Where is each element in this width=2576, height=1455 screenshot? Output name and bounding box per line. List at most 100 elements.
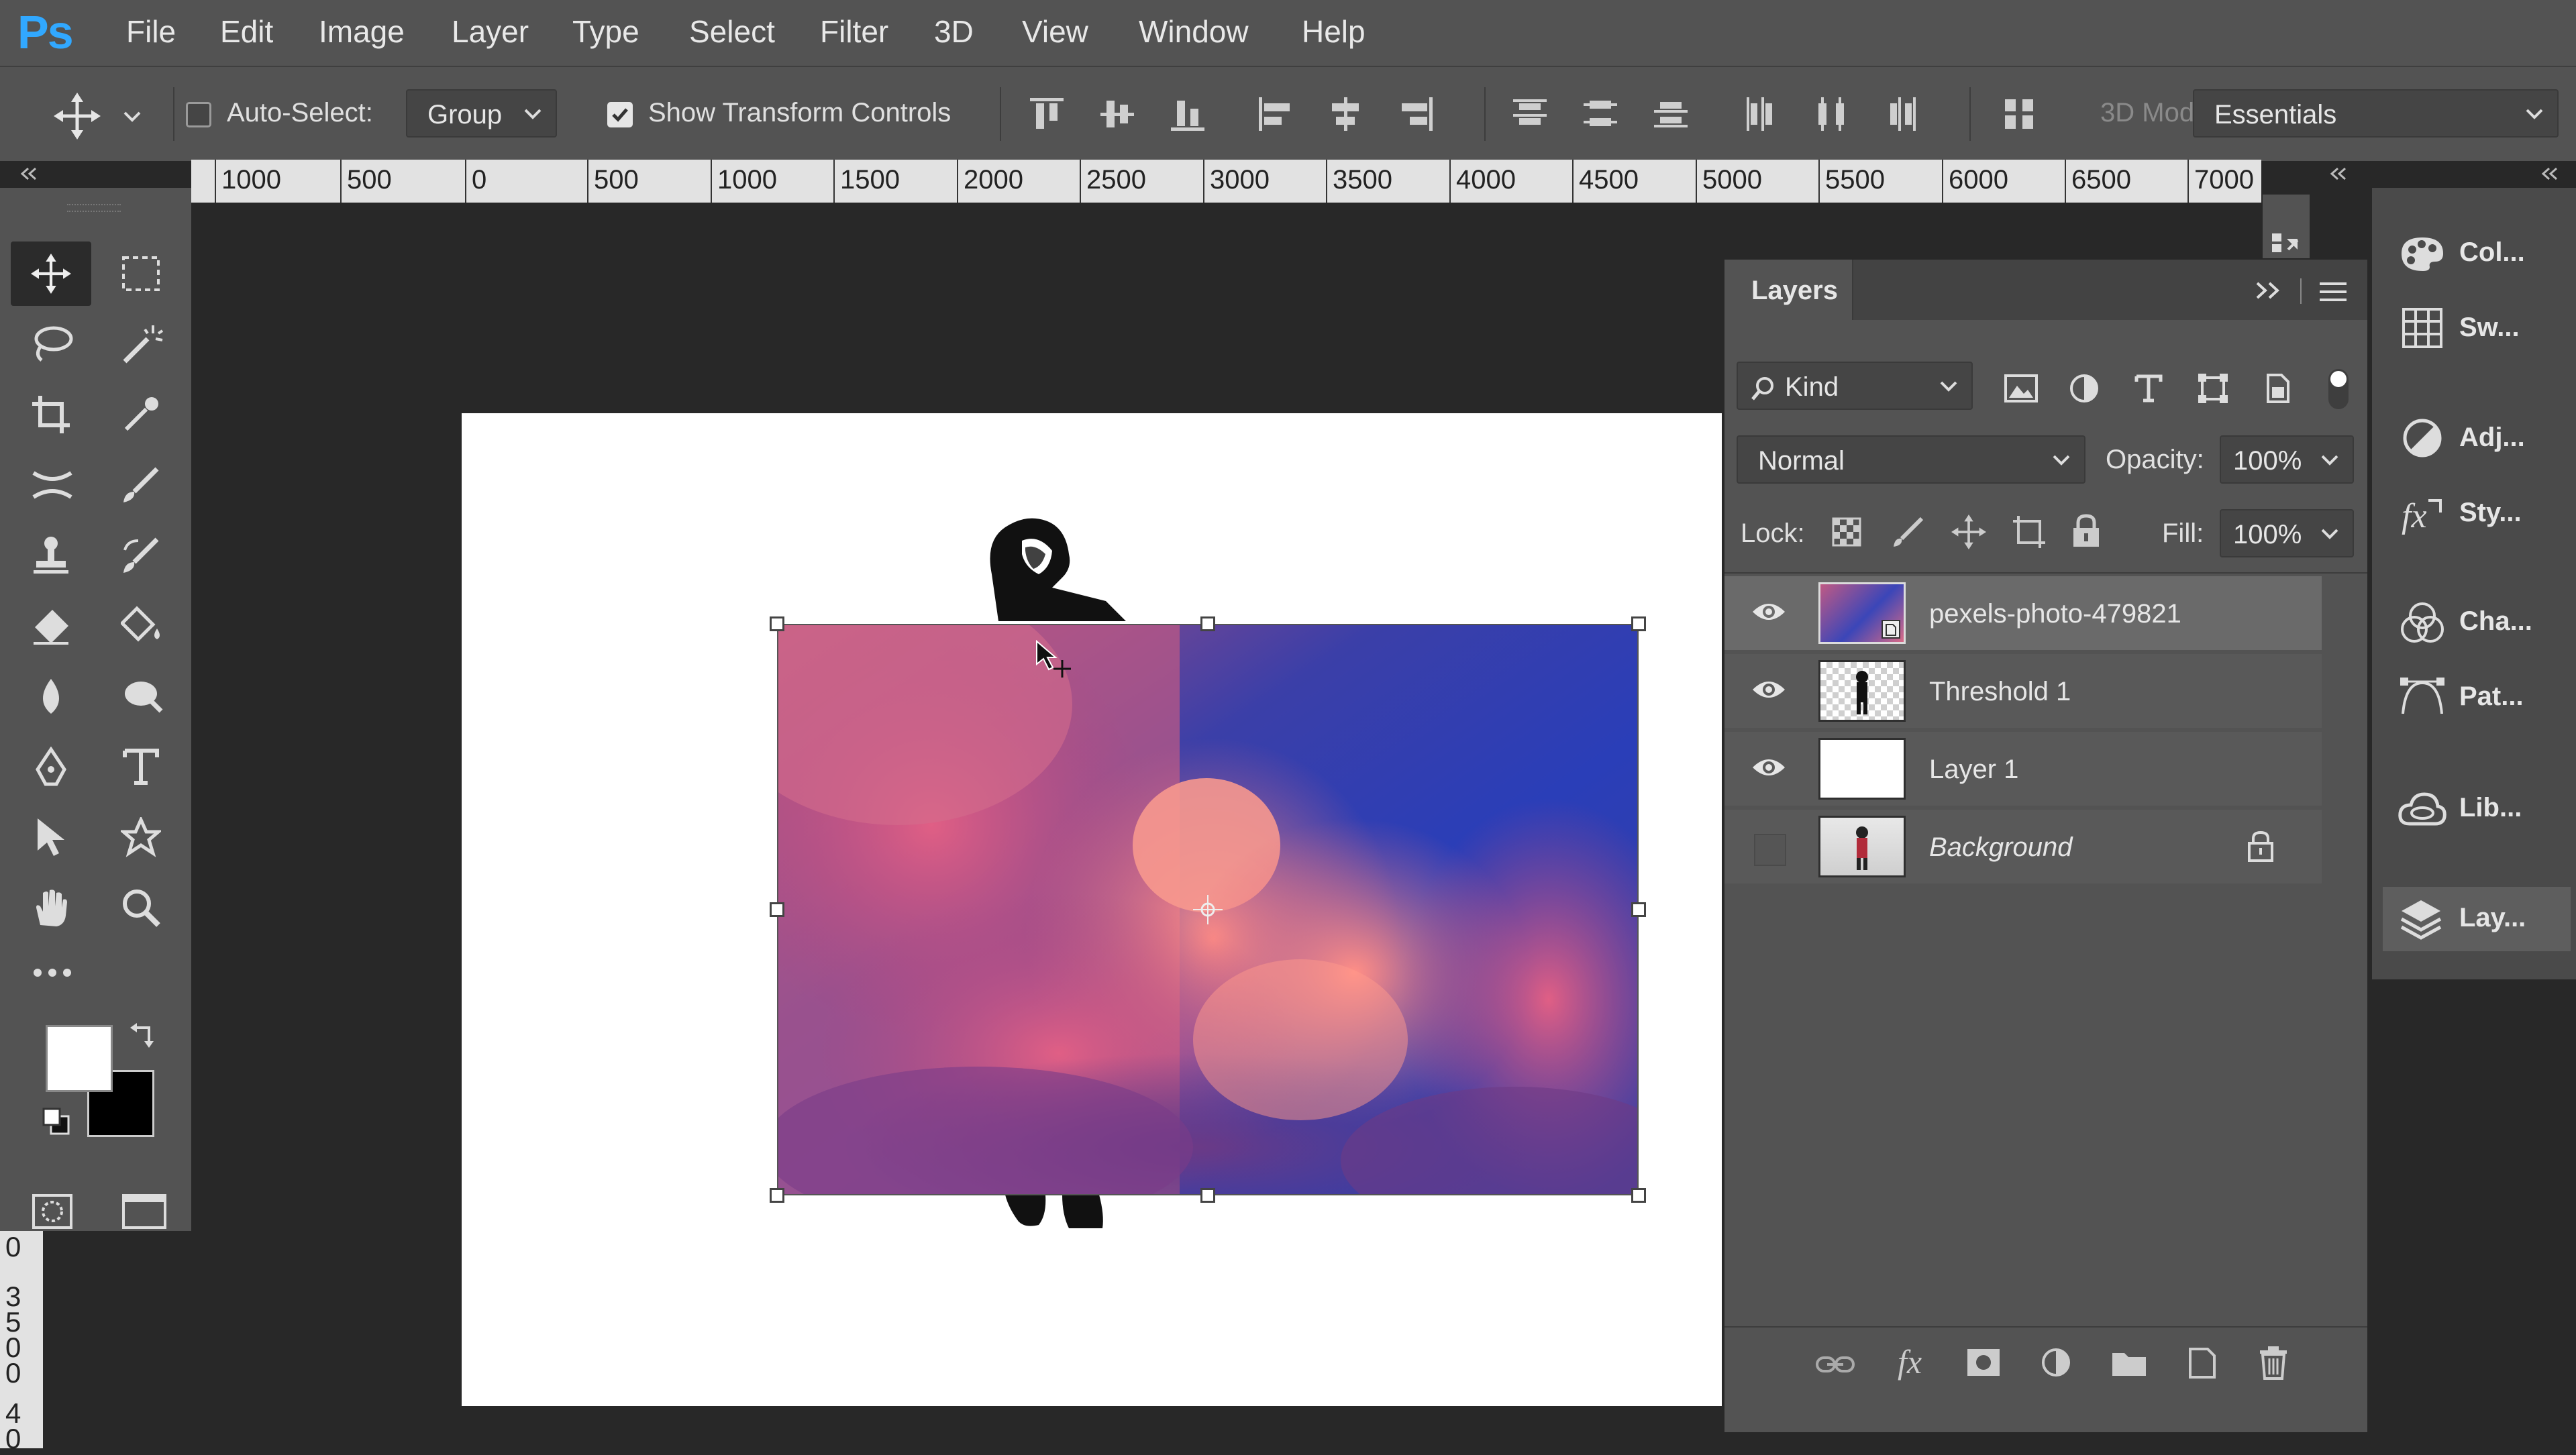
menu-file[interactable]: File [126,13,176,50]
swap-colors-icon[interactable] [129,1021,157,1049]
marquee-tool[interactable] [101,241,181,306]
eye-visibility-icon[interactable] [1751,598,1786,625]
tab-layers[interactable]: Layers [1724,260,1853,320]
lock-artboard-icon[interactable] [2012,515,2047,549]
distribute-top-icon[interactable] [1510,94,1550,134]
color-panel-button[interactable]: Col... [2392,221,2567,286]
layer-row-pexels-photo[interactable]: pexels-photo-479821 [1724,576,2322,650]
add-layer-mask-icon[interactable] [1966,1348,2001,1377]
zoom-tool[interactable] [101,875,181,940]
transform-handle-top-right[interactable] [1631,616,1646,631]
transform-handle-top[interactable] [1200,616,1215,631]
toolbar-collapse-icon[interactable] [19,166,39,181]
menu-filter[interactable]: Filter [820,13,888,50]
transform-handle-top-left[interactable] [770,616,784,631]
transform-center-point-icon[interactable] [1193,895,1223,924]
default-colors-icon[interactable] [42,1107,71,1136]
panel-group-arrange-icon[interactable] [2271,232,2300,255]
layer-row-background[interactable]: Background [1724,810,2322,883]
fill-field[interactable]: 100% [2220,509,2354,557]
add-layer-style-button[interactable]: fx [1898,1342,1922,1381]
align-horizontal-center-icon[interactable] [1325,94,1366,134]
panel-collapse-icon[interactable] [2328,166,2349,181]
align-right-icon[interactable] [1396,94,1436,134]
align-top-icon[interactable] [1027,94,1067,134]
new-layer-icon[interactable] [2185,1346,2217,1380]
menu-edit[interactable]: Edit [220,13,273,50]
align-vertical-center-icon[interactable] [1097,94,1137,134]
quick-mask-button[interactable] [11,1181,91,1245]
lock-transparent-pixels-icon[interactable] [1832,517,1861,547]
paint-bucket-tool[interactable] [101,594,181,658]
menu-3d[interactable]: 3D [934,13,974,50]
adjustments-panel-button[interactable]: Adj... [2392,407,2567,471]
align-bottom-icon[interactable] [1168,94,1208,134]
menu-layer[interactable]: Layer [452,13,529,50]
eyedropper-tool[interactable] [101,382,181,447]
visibility-empty-box[interactable] [1754,834,1786,866]
menu-help[interactable]: Help [1302,13,1366,50]
transform-handle-bottom[interactable] [1200,1188,1215,1203]
transform-handle-left[interactable] [770,902,784,917]
transform-handle-right[interactable] [1631,902,1646,917]
layer-thumbnail[interactable] [1818,816,1906,877]
layer-row-layer-1[interactable]: Layer 1 [1724,732,2322,806]
screen-mode-button[interactable] [101,1181,181,1245]
layer-name[interactable]: pexels-photo-479821 [1929,599,2181,629]
dodge-tool[interactable] [101,664,181,729]
libraries-panel-button[interactable]: Lib... [2392,777,2567,841]
document-canvas[interactable] [462,413,1722,1406]
filter-toggle[interactable] [2328,369,2349,409]
tool-preset-chevron-icon[interactable] [123,111,142,123]
menu-view[interactable]: View [1022,13,1088,50]
distribute-right-icon[interactable] [1882,94,1922,134]
distribute-horizontal-center-icon[interactable] [1812,94,1852,134]
align-left-icon[interactable] [1255,94,1295,134]
lock-position-icon[interactable] [1951,515,1986,549]
lock-image-pixels-icon[interactable] [1892,516,1924,548]
layer-thumbnail[interactable] [1818,738,1906,800]
path-selection-tool[interactable] [11,805,91,869]
brush-tool[interactable] [101,453,181,517]
menu-select[interactable]: Select [689,13,775,50]
layer-name[interactable]: Background [1929,832,2072,863]
menu-type[interactable]: Type [572,13,639,50]
layer-filter-dropdown[interactable]: Kind [1737,362,1973,410]
auto-select-dropdown[interactable]: Group [406,89,557,138]
crop-tool[interactable] [11,382,91,447]
panel-menu-icon[interactable] [2318,281,2348,303]
layer-row-threshold[interactable]: Threshold 1 [1724,654,2322,728]
lasso-tool[interactable] [11,312,91,376]
layers-panel-button[interactable]: Lay... [2383,887,2571,951]
opacity-field[interactable]: 100% [2220,435,2354,484]
panel-expand-icon[interactable] [2255,281,2284,300]
eye-visibility-icon[interactable] [1751,754,1786,781]
swatches-panel-button[interactable]: Sw... [2392,297,2567,361]
history-brush-tool[interactable] [101,523,181,588]
auto-align-icon[interactable] [2000,94,2040,134]
auto-select-checkbox[interactable] [186,102,211,127]
distribute-left-icon[interactable] [1741,94,1782,134]
distribute-bottom-icon[interactable] [1651,94,1691,134]
pen-tool[interactable] [11,735,91,799]
dock-collapse-icon[interactable] [2540,166,2560,181]
lock-all-icon[interactable] [2071,513,2102,548]
filter-shape-icon[interactable] [2197,372,2229,405]
edit-toolbar-button[interactable] [11,946,91,1010]
layer-name[interactable]: Layer 1 [1929,755,2018,785]
blur-tool[interactable] [11,664,91,729]
paths-panel-button[interactable]: Pat... [2392,665,2567,730]
styles-panel-button[interactable]: fx Sty... [2392,482,2567,546]
filter-type-icon[interactable] [2132,372,2165,405]
menu-image[interactable]: Image [319,13,405,50]
blend-mode-dropdown[interactable]: Normal [1737,435,2085,484]
filter-adjustment-icon[interactable] [2068,372,2100,405]
filter-smart-object-icon[interactable] [2261,372,2294,405]
new-adjustment-layer-icon[interactable] [2040,1346,2072,1379]
clone-stamp-tool[interactable] [11,523,91,588]
menu-window[interactable]: Window [1139,13,1249,50]
healing-tool[interactable] [11,453,91,517]
new-group-folder-icon[interactable] [2111,1349,2147,1377]
move-tool[interactable] [11,241,91,306]
link-layers-icon[interactable] [1815,1353,1855,1376]
